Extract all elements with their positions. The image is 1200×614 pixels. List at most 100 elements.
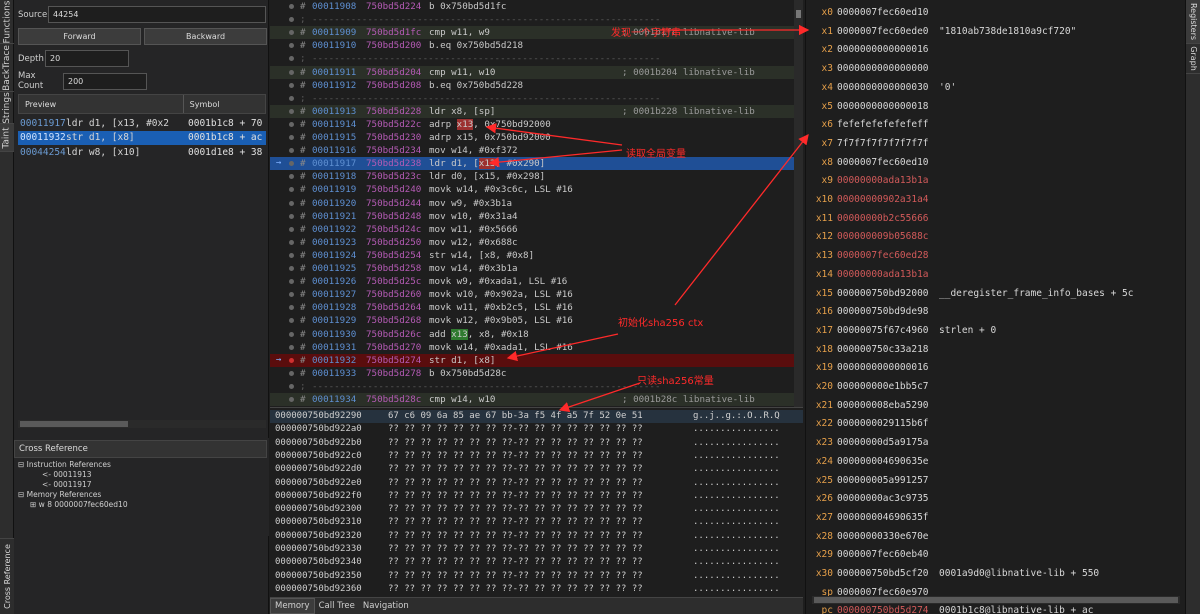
breakpoint-dot[interactable] — [289, 331, 294, 337]
breakpoint-dot[interactable] — [289, 226, 294, 232]
breakpoint-dot[interactable] — [289, 357, 294, 363]
instruction-line[interactable]: #00011908 750bd5d224 b 0x750bd5d1fc — [270, 0, 795, 13]
register-row[interactable]: x2 0000000000000016 — [806, 41, 1181, 59]
instruction-line[interactable]: #00011911 750bd5d204 cmp w11, w10 ; 0001b20… — [270, 65, 795, 79]
breakpoint-dot[interactable] — [289, 69, 294, 75]
breakpoint-dot[interactable] — [289, 43, 294, 49]
instruction-line[interactable]: #00011917 750bd5d238 ldr d1, [x13, #0x290]… — [270, 157, 795, 171]
instruction-line[interactable]: #00011919 750bd5d240 movk w14, #0x3c6c, LS… — [270, 183, 795, 196]
breakpoint-dot[interactable] — [289, 397, 294, 402]
register-row[interactable]: x6 fefefefefefefeff — [806, 116, 1181, 134]
breakpoint-dot[interactable] — [289, 95, 294, 101]
registers-scrollbar[interactable] — [812, 596, 1180, 604]
instruction-line[interactable]: #00011916 750bd5d234 mov w14, #0xf372 — [270, 144, 795, 157]
tab-graph[interactable]: Graph — [1186, 44, 1200, 74]
tab-call-tree[interactable]: Call Tree — [315, 598, 359, 614]
instruction-line[interactable]: #00011909 750bd5d1fc cmp w11, w9; 0001b1fc… — [270, 26, 795, 40]
breakpoint-dot[interactable] — [289, 148, 294, 154]
tree-mref-item[interactable]: ⊞ w 8 0000007fec60ed10 — [30, 500, 128, 509]
separator-line[interactable]: ; ---------------------------------------… — [270, 380, 795, 393]
breakpoint-dot[interactable] — [289, 292, 294, 298]
breakpoint-dot[interactable] — [289, 30, 294, 36]
breakpoint-dot[interactable] — [289, 187, 294, 193]
register-row[interactable]: x19 0000000000000016 — [806, 359, 1181, 377]
disassembly-scrollbar[interactable] — [794, 0, 803, 407]
instruction-line[interactable]: #00011927 750bd5d260 movk w10, #0x902a, LS… — [270, 288, 795, 301]
scroll-thumb[interactable] — [796, 10, 801, 18]
register-row[interactable]: x20 000000000e1bb5c7 — [806, 378, 1181, 396]
instruction-line[interactable]: #00011921 750bd5d248 mov w10, #0x31a4 — [270, 210, 795, 223]
register-row[interactable]: x25 000000005a991257 — [806, 472, 1181, 490]
tab-memory[interactable]: Memory — [270, 598, 315, 614]
breakpoint-dot[interactable] — [289, 279, 294, 285]
scroll-thumb[interactable] — [814, 597, 1178, 603]
tree-instruction-references[interactable]: ⊟ Instruction References — [18, 460, 111, 469]
register-row[interactable]: x4 0000000000000030 '0' — [806, 79, 1181, 97]
register-row[interactable]: x13 0000007fec60ed28 — [806, 247, 1181, 265]
register-row[interactable]: x3 0000000000000000 — [806, 60, 1181, 78]
column-symbol[interactable]: Symbol — [184, 95, 265, 113]
instruction-line[interactable]: #00011925 750bd5d258 mov w14, #0x3b1a — [270, 262, 795, 275]
breakpoint-dot[interactable] — [289, 252, 294, 258]
separator-line[interactable]: ; ---------------------------------------… — [270, 13, 795, 26]
breakpoint-dot[interactable] — [289, 108, 294, 114]
separator-line[interactable]: ; ---------------------------------------… — [270, 92, 795, 105]
register-row[interactable]: x5 0000000000000018 — [806, 98, 1181, 116]
table-row[interactable]: 00044254 ldr w8, [x10] 0001d1e8 + 38 — [18, 145, 266, 159]
breakpoint-dot[interactable] — [289, 174, 294, 180]
breakpoint-dot[interactable] — [289, 318, 294, 324]
instruction-line[interactable]: #00011923 750bd5d250 mov w12, #0x688c — [270, 236, 795, 249]
hex-row[interactable]: 000000750bd922a0 ?? ?? ?? ?? ?? ?? ?? ??-… — [270, 423, 803, 436]
register-row[interactable]: x8 0000007fec60ed10 — [806, 154, 1181, 172]
tab-functions[interactable]: Functions — [0, 0, 14, 44]
tree-iref-item[interactable]: <- 00011913 — [42, 470, 92, 479]
depth-input[interactable]: 20 — [45, 50, 129, 67]
breakpoint-dot[interactable] — [289, 383, 294, 389]
tree-memory-references[interactable]: ⊟ Memory References — [18, 490, 101, 499]
forward-button[interactable]: Forward — [18, 28, 141, 45]
max-count-input[interactable]: 200 — [63, 72, 147, 90]
tab-taint[interactable]: Taint — [0, 124, 14, 152]
breakpoint-dot[interactable] — [289, 344, 294, 350]
instruction-line[interactable]: #00011915 750bd5d230 adrp x15, 0x750bd9200… — [270, 131, 795, 144]
hex-row[interactable]: 000000750bd92320 ?? ?? ?? ?? ?? ?? ?? ??-… — [270, 530, 803, 543]
breakpoint-dot[interactable] — [289, 17, 294, 23]
register-row[interactable]: x7 7f7f7f7f7f7f7f7f — [806, 135, 1181, 153]
instruction-line[interactable]: #00011910 750bd5d200 b.eq 0x750bd5d218 — [270, 39, 795, 52]
instruction-line[interactable]: #00011934 750bd5d28c cmp w14, w10 ; 0001b28… — [270, 393, 795, 407]
register-row[interactable]: x18 000000750c33a218 — [806, 341, 1181, 359]
tab-strings[interactable]: Strings — [0, 92, 14, 124]
instruction-line[interactable]: #00011926 750bd5d25c movk w9, #0xada1, LSL… — [270, 275, 795, 288]
breakpoint-dot[interactable] — [289, 4, 294, 9]
hex-row[interactable]: 000000750bd92350 ?? ?? ?? ?? ?? ?? ?? ??-… — [270, 570, 803, 583]
register-row[interactable]: x27 000000004690635f — [806, 509, 1181, 527]
backward-button[interactable]: Backward — [144, 28, 267, 45]
register-row[interactable]: x17 00000075f67c4960 strlen + 0 — [806, 322, 1181, 340]
register-row[interactable]: pc 000000750bd5d274 0001b1c8@libnative-lib… — [806, 602, 1181, 614]
source-input[interactable]: 44254 — [48, 6, 266, 23]
register-row[interactable]: x12 000000009b05688c — [806, 228, 1181, 246]
breakpoint-dot[interactable] — [289, 161, 294, 167]
instruction-line[interactable]: #00011920 750bd5d244 mov w9, #0x3b1a — [270, 197, 795, 210]
instruction-line[interactable]: #00011912 750bd5d208 b.eq 0x750bd5d228 — [270, 79, 795, 92]
instruction-line[interactable]: #00011914 750bd5d22c adrp x13, 0x750bd9200… — [270, 118, 795, 131]
tab-cross-reference[interactable]: Cross Reference — [0, 538, 14, 614]
breakpoint-dot[interactable] — [289, 370, 294, 376]
instruction-line[interactable]: #00011933 750bd5d278 b 0x750bd5d28c — [270, 367, 795, 380]
register-row[interactable]: x10 00000000902a31a4 — [806, 191, 1181, 209]
breakpoint-dot[interactable] — [289, 239, 294, 245]
register-row[interactable]: x24 000000004690635e — [806, 453, 1181, 471]
breakpoint-dot[interactable] — [289, 56, 294, 62]
instruction-line[interactable]: #00011913 750bd5d228 ldr x8, [sp] ; 0001b22… — [270, 104, 795, 118]
disassembly-view[interactable]: #00011908 750bd5d224 b 0x750bd5d1fc; ------… — [270, 0, 803, 407]
register-row[interactable]: x30 000000750bd5cf20 0001a9d0@libnative-li… — [806, 565, 1181, 583]
hex-row[interactable]: 000000750bd92300 ?? ?? ?? ?? ?? ?? ?? ??-… — [270, 503, 803, 516]
table-scrollbar[interactable] — [18, 420, 266, 428]
instruction-line[interactable]: #00011928 750bd5d264 movk w11, #0xb2c5, LS… — [270, 301, 795, 314]
scroll-thumb[interactable] — [20, 421, 128, 427]
register-row[interactable]: x1 0000007fec60ede0 "1810ab738de1810a9cf72… — [806, 23, 1181, 41]
register-row[interactable]: x28 00000000330e670e — [806, 528, 1181, 546]
table-row[interactable]: 00011932 str d1, [x8] 0001b1c8 + ac — [18, 130, 266, 145]
hex-row[interactable]: 000000750bd922c0 ?? ?? ?? ?? ?? ?? ?? ??-… — [270, 450, 803, 463]
register-row[interactable]: x23 00000000d5a9175a — [806, 434, 1181, 452]
